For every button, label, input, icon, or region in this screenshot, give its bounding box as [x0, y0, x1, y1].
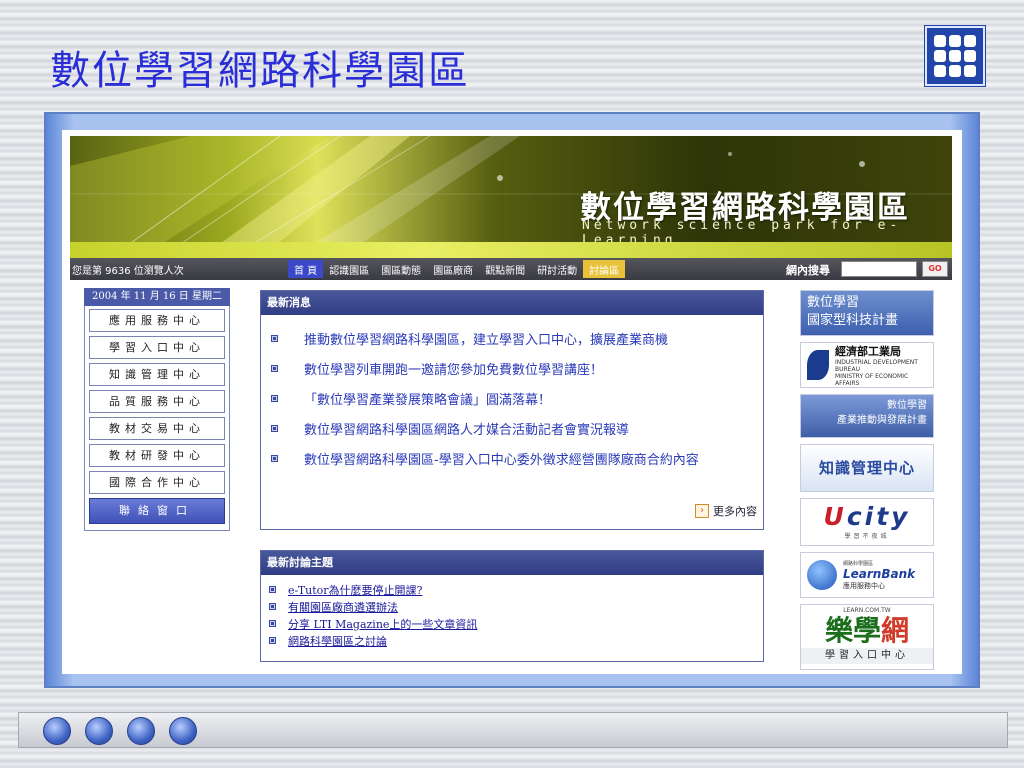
nav-item-news[interactable]: 園區動態	[375, 260, 427, 278]
news-link[interactable]: 推動數位學習網路科學園區，建立學習入口中心，擴展產業商機	[304, 329, 668, 348]
more-news-link[interactable]: › 更多內容	[695, 503, 757, 519]
nav-menu: 首 頁 認識園區 園區動態 園區廠商 觀點新聞 研討活動 討論區	[288, 260, 626, 278]
learning-portal-banner[interactable]: LEARN.COM.TW 樂學網 學習入口中心	[800, 604, 934, 670]
date-display: 2004 年 11 月 16 日 星期二	[84, 288, 230, 306]
news-link[interactable]: 數位學習列車開跑一邀請您參加免費數位學習講座！	[304, 359, 603, 378]
nav-item-home[interactable]: 首 頁	[288, 260, 324, 278]
news-link[interactable]: 數位學習網路科學園區網路人才媒合活動記者會實況報導	[304, 419, 629, 438]
bottom-bar	[18, 712, 1008, 748]
nav-dot-3[interactable]	[127, 717, 155, 745]
ad-subtitle: INDUSTRIAL DEVELOPMENT BUREAU	[835, 359, 918, 373]
ad-line: 產業推動與發展計畫	[837, 415, 927, 426]
bullet-icon	[271, 334, 278, 342]
menu-item-material-development[interactable]: 教材研發中心	[89, 444, 225, 467]
bullet-icon	[269, 603, 276, 610]
more-news-label: 更多內容	[713, 505, 757, 518]
discussion-link[interactable]: 網路科學園區之討論	[288, 633, 387, 649]
bullet-icon	[271, 364, 278, 372]
ad-caption: 學習入口中心	[801, 648, 933, 664]
menu-item-learning-portal[interactable]: 學習入口中心	[89, 336, 225, 359]
search-input[interactable]	[841, 261, 917, 277]
nav-item-about[interactable]: 認識園區	[323, 260, 375, 278]
discussion-list: e-Tutor為什麼要停止開課? 有關園區廠商遴選辦法 分享 LTI Magaz…	[261, 575, 763, 649]
ad-subtitle: 網路科學園區	[843, 560, 874, 567]
ad-subtitle: MINISTRY OF ECONOMIC AFFAIRS	[835, 373, 909, 387]
learnbank-banner[interactable]: 網路科學園區 LearnBank 應用服務中心	[800, 552, 934, 598]
list-item: e-Tutor為什麼要停止開課?	[269, 581, 763, 598]
nav-dot-4[interactable]	[169, 717, 197, 745]
banner-strip	[70, 242, 952, 258]
ucity-logo-text: city	[846, 502, 911, 531]
search-label: 網內搜尋	[786, 264, 830, 277]
ad-subtitle: 應用服務中心	[843, 581, 885, 590]
moea-logo-icon	[807, 350, 829, 380]
latest-discussion-panel: 最新討論主題 e-Tutor為什麼要停止開課? 有關園區廠商遴選辦法 分享 LT…	[260, 550, 764, 662]
news-link[interactable]: 「數位學習產業發展策略會議」圓滿落幕！	[304, 389, 551, 408]
ad-logo-char: 學	[852, 614, 881, 647]
bullet-icon	[271, 454, 278, 462]
nav-item-vendors[interactable]: 園區廠商	[427, 260, 479, 278]
list-item: 數位學習網路科學園區網路人才媒合活動記者會實況報導	[271, 413, 763, 443]
ad-line: 數位學習	[807, 295, 860, 310]
ad-title: 經濟部工業局	[835, 345, 901, 358]
ad-line: 國家型科技計畫	[807, 313, 899, 328]
partner-sidebar: 數位學習 國家型科技計畫 經濟部工業局 INDUSTRIAL DEVELOPME…	[800, 290, 934, 674]
list-item: 推動數位學習網路科學園區，建立學習入口中心，擴展產業商機	[271, 323, 763, 353]
center-menu-list: 應用服務中心 學習入口中心 知識管理中心 品質服務中心 教材交易中心 教材研發中…	[84, 306, 230, 531]
site-banner: 數位學習網路科學園區 Network science park for e-Le…	[70, 136, 952, 258]
list-item: 網路科學園區之討論	[269, 632, 763, 649]
industry-promotion-banner[interactable]: 數位學習 產業推動與發展計畫	[800, 394, 934, 438]
latest-discussion-header: 最新討論主題	[261, 551, 763, 575]
discussion-link[interactable]: 分享 LTI Magazine上的一些文章資訊	[288, 616, 477, 632]
left-menu: 2004 年 11 月 16 日 星期二 應用服務中心 學習入口中心 知識管理中…	[84, 288, 230, 531]
discussion-link[interactable]: 有關園區廠商遴選辦法	[288, 599, 398, 615]
list-item: 數位學習網路科學園區-學習入口中心委外徵求經營團隊廠商合約內容	[271, 443, 763, 473]
menu-item-material-trading[interactable]: 教材交易中心	[89, 417, 225, 440]
website-screenshot: 數位學習網路科學園區 Network science park for e-Le…	[62, 130, 962, 674]
contact-button[interactable]: 聯絡窗口	[89, 498, 225, 524]
discussion-link[interactable]: e-Tutor為什麼要停止開課?	[288, 582, 422, 598]
nav-item-forum[interactable]: 討論區	[583, 260, 626, 278]
national-elearning-program-banner[interactable]: 數位學習 國家型科技計畫	[800, 290, 934, 336]
ucity-banner[interactable]: Ucity 學習不夜城	[800, 498, 934, 546]
screenshot-frame: 數位學習網路科學園區 Network science park for e-Le…	[44, 112, 980, 688]
bullet-icon	[269, 586, 276, 593]
menu-item-quality-service[interactable]: 品質服務中心	[89, 390, 225, 413]
ucity-logo-prefix: U	[823, 502, 847, 531]
bullet-icon	[271, 394, 278, 402]
slide-title: 數位學習網路科學園區	[50, 48, 470, 94]
list-item: 有關園區廠商遴選辦法	[269, 598, 763, 615]
knowledge-center-banner[interactable]: 知識管理中心	[800, 444, 934, 492]
ad-logo-char: 網	[881, 614, 910, 647]
visitor-counter: 您是第 9636 位瀏覽人次	[72, 266, 184, 277]
chevron-right-icon: ›	[695, 504, 709, 518]
ad-title: LearnBank	[843, 566, 916, 581]
bullet-icon	[269, 637, 276, 644]
ad-logo-char: 樂	[824, 614, 853, 647]
learnbank-logo-icon	[807, 560, 837, 590]
grid-menu-icon[interactable]	[925, 26, 985, 86]
ad-url: LEARN.COM.TW	[843, 607, 891, 614]
news-link[interactable]: 數位學習網路科學園區-學習入口中心委外徵求經營團隊廠商合約內容	[304, 449, 699, 468]
menu-item-international[interactable]: 國際合作中心	[89, 471, 225, 494]
menu-item-knowledge-management[interactable]: 知識管理中心	[89, 363, 225, 386]
industrial-bureau-banner[interactable]: 經濟部工業局 INDUSTRIAL DEVELOPMENT BUREAU MIN…	[800, 342, 934, 388]
menu-item-application-service[interactable]: 應用服務中心	[89, 309, 225, 332]
nav-item-seminars[interactable]: 研討活動	[531, 260, 583, 278]
bullet-icon	[269, 620, 276, 627]
search-go-button[interactable]: GO	[922, 261, 948, 277]
top-navbar: 您是第 9636 位瀏覽人次 首 頁 認識園區 園區動態 園區廠商 觀點新聞 研…	[70, 258, 952, 280]
ucity-tagline: 學習不夜城	[844, 533, 890, 540]
bullet-icon	[271, 424, 278, 432]
nav-dot-1[interactable]	[43, 717, 71, 745]
list-item: 數位學習列車開跑一邀請您參加免費數位學習講座！	[271, 353, 763, 383]
nav-dot-2[interactable]	[85, 717, 113, 745]
nav-item-viewpoints[interactable]: 觀點新聞	[479, 260, 531, 278]
news-list: 推動數位學習網路科學園區，建立學習入口中心，擴展產業商機 數位學習列車開跑一邀請…	[261, 315, 763, 473]
ad-line: 數位學習	[887, 400, 927, 411]
latest-news-header: 最新消息	[261, 291, 763, 315]
list-item: 「數位學習產業發展策略會議」圓滿落幕！	[271, 383, 763, 413]
list-item: 分享 LTI Magazine上的一些文章資訊	[269, 615, 763, 632]
latest-news-panel: 最新消息 推動數位學習網路科學園區，建立學習入口中心，擴展產業商機 數位學習列車…	[260, 290, 764, 530]
